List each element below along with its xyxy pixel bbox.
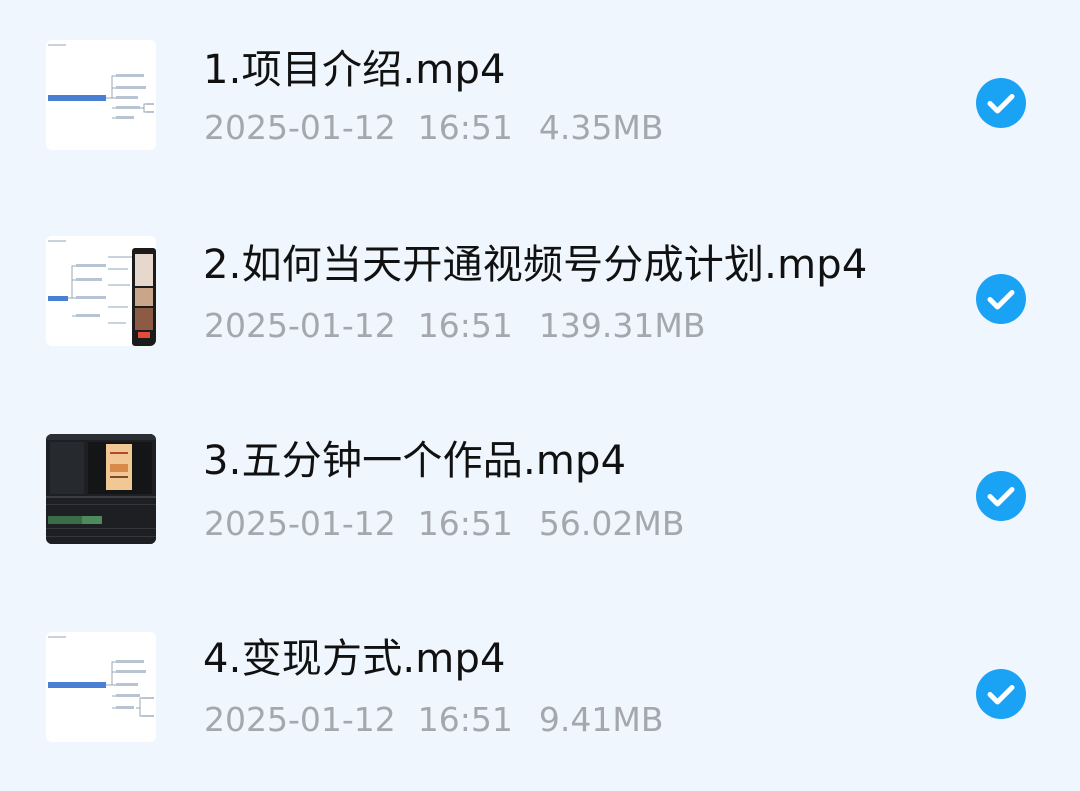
file-date: 2025-01-12 (204, 306, 396, 345)
file-name: 1.项目介绍.mp4 (203, 47, 506, 93)
file-list: 1.项目介绍.mp4 2025-01-12 16:51 4.35MB 2.如何当… (0, 0, 1080, 791)
file-list-item[interactable]: 3.五分钟一个作品.mp4 2025-01-12 16:51 56.02MB (0, 414, 1080, 564)
file-size: 56.02MB (538, 504, 685, 543)
file-date: 2025-01-12 (204, 504, 396, 543)
file-list-item[interactable]: 4.变现方式.mp4 2025-01-12 16:51 9.41MB (0, 612, 1080, 762)
file-meta: 2025-01-12 16:51 56.02MB (204, 504, 684, 544)
file-name: 2.如何当天开通视频号分成计划.mp4 (203, 242, 868, 288)
file-time: 16:51 (417, 504, 513, 543)
file-list-item[interactable]: 1.项目介绍.mp4 2025-01-12 16:51 4.35MB (0, 20, 1080, 170)
file-name: 3.五分钟一个作品.mp4 (203, 438, 627, 484)
file-size: 9.41MB (538, 700, 664, 739)
video-thumbnail (46, 632, 156, 742)
check-circle-icon[interactable] (976, 274, 1026, 324)
check-circle-icon[interactable] (976, 78, 1026, 128)
check-circle-icon[interactable] (976, 669, 1026, 719)
file-time: 16:51 (417, 700, 513, 739)
file-size: 139.31MB (538, 306, 706, 345)
file-meta: 2025-01-12 16:51 4.35MB (204, 108, 663, 148)
video-thumbnail (46, 236, 156, 346)
file-list-item[interactable]: 2.如何当天开通视频号分成计划.mp4 2025-01-12 16:51 139.3… (0, 218, 1080, 368)
file-date: 2025-01-12 (204, 700, 396, 739)
file-time: 16:51 (417, 306, 513, 345)
file-date: 2025-01-12 (204, 108, 396, 147)
video-thumbnail (46, 434, 156, 544)
file-name: 4.变现方式.mp4 (203, 636, 506, 682)
file-meta: 2025-01-12 16:51 139.31MB (204, 306, 705, 346)
file-size: 4.35MB (538, 108, 664, 147)
video-thumbnail (46, 40, 156, 150)
file-time: 16:51 (417, 108, 513, 147)
check-circle-icon[interactable] (976, 471, 1026, 521)
file-meta: 2025-01-12 16:51 9.41MB (204, 700, 663, 740)
